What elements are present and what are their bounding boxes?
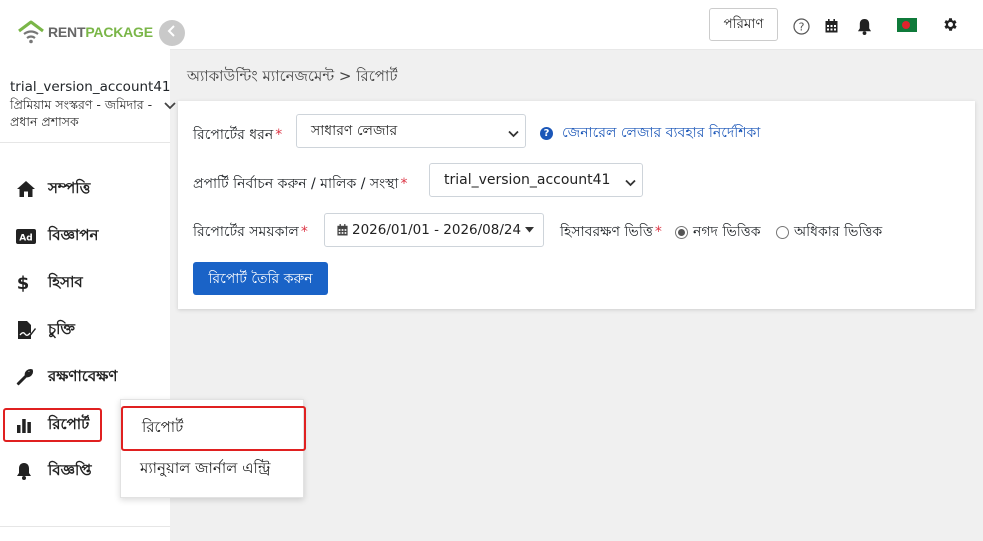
calendar-icon[interactable]: [825, 19, 838, 33]
topbar: পরিমাণ ?: [170, 0, 983, 50]
account-info[interactable]: trial_version_account41 প্রিমিয়াম সংস্ক…: [10, 79, 171, 130]
sidebar-item-label: রক্ষণাবেক্ষণ: [48, 366, 118, 385]
sidebar-item-contract[interactable]: চুক্তি: [10, 314, 75, 346]
sidebar-item-notice[interactable]: বিজ্ঞপ্তি: [10, 455, 92, 487]
collapse-sidebar-button[interactable]: [159, 20, 185, 46]
accounting-basis-label: হিসাবরক্ষণ ভিত্তি *: [560, 224, 662, 240]
units-button[interactable]: পরিমাণ: [709, 8, 778, 41]
gear-icon[interactable]: [942, 16, 959, 33]
wrench-icon: [16, 367, 42, 387]
sidebar-item-property[interactable]: সম্পত্তি: [10, 173, 90, 205]
ad-icon: Ad: [16, 226, 42, 246]
svg-text:Ad: Ad: [19, 233, 32, 243]
chevron-down-icon: [625, 175, 636, 191]
basis-option-label: নগদ ভিত্তিক: [693, 224, 761, 240]
report-period-label: রিপোর্টের সময়কাল *: [193, 224, 308, 240]
bar-chart-icon: [16, 415, 42, 435]
help-circle-icon[interactable]: ?: [793, 18, 810, 35]
calendar-icon: [337, 224, 348, 236]
bangladesh-flag-icon[interactable]: [897, 18, 917, 32]
report-type-label: রিপোর্টের ধরন *: [193, 127, 283, 143]
property-value: trial_version_account41: [444, 172, 611, 188]
breadcrumb: অ্যাকাউন্টিং ম্যানেজমেন্ট > রিপোর্ট: [187, 67, 398, 85]
question-circle-icon: ?: [540, 126, 553, 140]
sidebar-item-label: বিজ্ঞপ্তি: [48, 460, 92, 479]
sidebar-item-label: সম্পত্তি: [48, 178, 91, 197]
svg-text:$: $: [17, 273, 30, 293]
sidebar-item-label: চুক্তি: [48, 319, 75, 338]
wifi-house-logo-icon: [16, 19, 46, 45]
chevron-down-icon[interactable]: [164, 98, 176, 114]
basis-option-accrual[interactable]: অধিকার ভিত্তিক: [776, 220, 882, 244]
sidebar-item-report[interactable]: রিপোর্ট: [3, 408, 102, 442]
sidebar-item-accounts[interactable]: $ হিসাব: [10, 267, 83, 299]
sidebar-item-label: বিজ্ঞাপন: [48, 225, 99, 244]
help-link-label: জেনারেল লেজার ব্যবহার নির্দেশিকা: [562, 125, 761, 141]
sidebar-item-maintenance[interactable]: রক্ষণাবেক্ষণ: [10, 361, 117, 393]
submenu-item-manual-journal[interactable]: ম্যানুয়াল জার্নাল এন্ট্রি: [121, 452, 305, 486]
sidebar-divider: [0, 526, 170, 527]
radio-accrual[interactable]: [776, 225, 789, 239]
basis-option-cash[interactable]: নগদ ভিত্তিক: [675, 220, 761, 244]
logo[interactable]: RENTPACKAGE: [16, 19, 153, 45]
brand-name: RENTPACKAGE: [48, 24, 153, 40]
basis-option-label: অধিকার ভিত্তিক: [794, 224, 883, 240]
property-label: প্রপার্টি নির্বাচন করুন / মালিক / সংস্থা…: [193, 176, 408, 192]
account-name: trial_version_account41: [10, 79, 171, 95]
bell-icon: [16, 461, 42, 481]
property-select[interactable]: trial_version_account41: [429, 163, 643, 197]
account-role: প্রিমিয়াম সংস্করণ - জমিদার - প্রধান প্র…: [10, 97, 153, 129]
radio-cash[interactable]: [675, 225, 688, 239]
sidebar-item-ads[interactable]: Ad বিজ্ঞাপন: [10, 220, 98, 252]
report-submenu: রিপোর্ট ম্যানুয়াল জার্নাল এন্ট্রি: [120, 399, 306, 498]
notification-bell-icon[interactable]: [857, 18, 872, 35]
svg-text:?: ?: [799, 21, 805, 34]
report-period-value: 2026/01/01 - 2026/08/24: [352, 222, 522, 238]
submenu-item-report[interactable]: রিপোর্ট: [121, 406, 306, 451]
home-icon: [16, 179, 42, 199]
sidebar-item-label: হিসাব: [48, 272, 83, 291]
chevron-down-icon: [508, 126, 519, 142]
general-ledger-guide-link[interactable]: ? জেনারেল লেজার ব্যবহার নির্দেশিকা: [540, 121, 760, 145]
report-type-value: সাধারণ লেজার: [311, 123, 398, 139]
contract-icon: [16, 320, 42, 340]
report-type-select[interactable]: সাধারণ লেজার: [296, 114, 526, 148]
sidebar-item-label: রিপোর্ট: [48, 414, 90, 433]
report-period-picker[interactable]: 2026/01/01 - 2026/08/24: [324, 213, 544, 247]
caret-down-icon: [525, 227, 535, 233]
dollar-icon: $: [16, 273, 42, 293]
sidebar-divider: [0, 142, 170, 143]
create-report-button[interactable]: রিপোর্ট তৈরি করুন: [193, 262, 328, 295]
report-form-card: রিপোর্টের ধরন * সাধারণ লেজার ? জেনারেল লে…: [178, 101, 975, 309]
chevron-left-icon: [167, 25, 177, 41]
